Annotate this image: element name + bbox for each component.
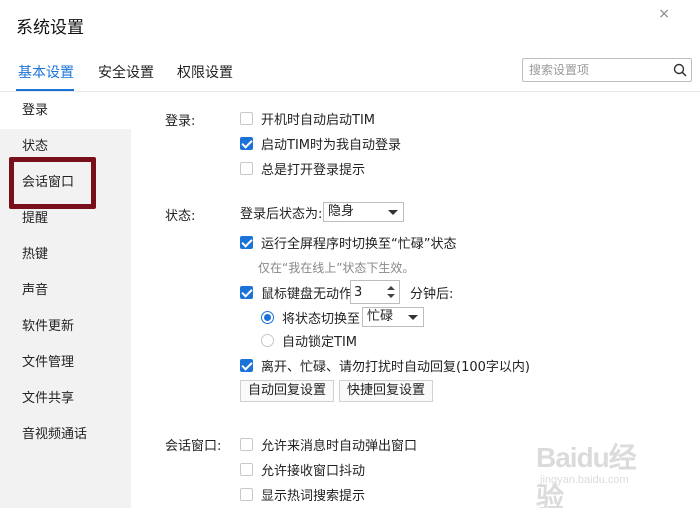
after-login-status-row: 登录后状态为: xyxy=(240,203,323,222)
chevron-down-icon xyxy=(408,315,418,320)
idle-lock-label: 自动锁定TIM xyxy=(282,334,357,350)
sidebar-item-sound[interactable]: 声音 xyxy=(0,273,131,309)
after-login-status-value: 隐身 xyxy=(328,204,355,219)
after-login-status-select[interactable]: 隐身 xyxy=(323,202,404,222)
auto-reply-settings-button[interactable]: 自动回复设置 xyxy=(240,380,335,402)
tab-security-settings[interactable]: 安全设置 xyxy=(98,62,154,82)
stepper-up-icon[interactable] xyxy=(387,286,395,290)
idle-label-after-row: 分钟后: xyxy=(410,283,454,302)
stepper-down-icon[interactable] xyxy=(387,294,395,298)
sidebar-item-login[interactable]: 登录 xyxy=(0,93,131,129)
idle-label-after: 分钟后: xyxy=(410,286,454,302)
sidebar-item-software-update[interactable]: 软件更新 xyxy=(0,309,131,345)
sidebar-item-file-sharing[interactable]: 文件共享 xyxy=(0,381,131,417)
login-prompt-option[interactable]: 总是打开登录提示 xyxy=(240,159,366,178)
idle-checkbox[interactable] xyxy=(240,285,253,299)
idle-option[interactable]: 鼠标键盘无动作 xyxy=(240,283,353,302)
auto-login-option[interactable]: 启动TIM时为我自动登录 xyxy=(240,134,401,153)
login-section-label: 登录: xyxy=(165,114,196,129)
close-icon[interactable]: × xyxy=(658,6,670,22)
auto-reply-checkbox[interactable] xyxy=(240,358,253,372)
idle-switch-status-value: 忙碌 xyxy=(367,309,394,324)
settings-sidebar: 登录 状态 会话窗口 提醒 热键 声音 软件更新 文件管理 文件共享 音视频通话 xyxy=(0,93,131,508)
auto-reply-label: 离开、忙碌、请勿打扰时自动回复(100字以内) xyxy=(261,359,530,375)
fullscreen-busy-label: 运行全屏程序时切换至“忙碌”状态 xyxy=(261,236,457,252)
idle-lock-option[interactable]: 自动锁定TIM xyxy=(261,331,357,350)
auto-popup-label: 允许来消息时自动弹出窗口 xyxy=(261,438,418,454)
auto-login-label: 启动TIM时为我自动登录 xyxy=(261,137,401,153)
idle-switch-status-option[interactable]: 将状态切换至 xyxy=(261,308,361,327)
window-shake-option[interactable]: 允许接收窗口抖动 xyxy=(240,460,366,479)
window-shake-label: 允许接收窗口抖动 xyxy=(261,463,366,479)
sidebar-item-hotkey[interactable]: 热键 xyxy=(0,237,131,273)
fullscreen-busy-option[interactable]: 运行全屏程序时切换至“忙碌”状态 xyxy=(240,233,457,252)
active-tab-indicator xyxy=(16,89,74,91)
tab-permission-settings[interactable]: 权限设置 xyxy=(177,62,233,82)
hot-word-hint-option[interactable]: 显示热词搜索提示 xyxy=(240,485,366,504)
sidebar-item-chat-window[interactable]: 会话窗口 xyxy=(0,165,131,201)
search-input[interactable] xyxy=(529,61,669,79)
login-prompt-label: 总是打开登录提示 xyxy=(261,162,366,178)
idle-minutes-stepper[interactable] xyxy=(350,280,400,304)
title-bar: 系统设置 × xyxy=(0,0,700,46)
chat-section-label: 会话窗口: xyxy=(165,439,222,454)
idle-switch-status-radio[interactable] xyxy=(261,310,274,324)
fullscreen-busy-hint: 仅在“我在线上”状态下生效。 xyxy=(258,261,415,275)
settings-content: 登录: 开机时自动启动TIM 启动TIM时为我自动登录 总是打开登录提示 状态:… xyxy=(131,93,700,508)
window-shake-checkbox[interactable] xyxy=(240,462,253,476)
idle-lock-radio[interactable] xyxy=(261,333,274,347)
fullscreen-busy-checkbox[interactable] xyxy=(240,235,253,249)
search-box[interactable] xyxy=(522,58,692,82)
auto-login-checkbox[interactable] xyxy=(240,136,253,150)
auto-popup-option[interactable]: 允许来消息时自动弹出窗口 xyxy=(240,435,418,454)
idle-minutes-input[interactable] xyxy=(354,284,376,300)
auto-start-label: 开机时自动启动TIM xyxy=(261,112,375,128)
window-title: 系统设置 xyxy=(16,18,84,38)
auto-popup-checkbox[interactable] xyxy=(240,437,253,451)
auto-start-option[interactable]: 开机时自动启动TIM xyxy=(240,109,375,128)
hot-word-hint-label: 显示热词搜索提示 xyxy=(261,488,366,504)
after-login-status-label: 登录后状态为: xyxy=(240,206,323,222)
sidebar-item-status[interactable]: 状态 xyxy=(0,129,131,165)
sidebar-item-file-management[interactable]: 文件管理 xyxy=(0,345,131,381)
idle-switch-status-label: 将状态切换至 xyxy=(282,311,361,327)
search-icon[interactable] xyxy=(673,63,687,77)
login-prompt-checkbox[interactable] xyxy=(240,161,253,175)
hot-word-hint-checkbox[interactable] xyxy=(240,487,253,501)
sidebar-item-reminder[interactable]: 提醒 xyxy=(0,201,131,237)
tab-basic-settings[interactable]: 基本设置 xyxy=(18,62,74,82)
status-section-label: 状态: xyxy=(165,209,196,224)
auto-reply-option[interactable]: 离开、忙碌、请勿打扰时自动回复(100字以内) xyxy=(240,356,530,375)
quick-reply-settings-button[interactable]: 快捷回复设置 xyxy=(339,380,434,402)
chevron-down-icon xyxy=(388,210,398,215)
idle-label-before: 鼠标键盘无动作 xyxy=(261,286,353,302)
auto-start-checkbox[interactable] xyxy=(240,111,253,125)
sidebar-item-av-call[interactable]: 音视频通话 xyxy=(0,417,131,453)
idle-switch-status-select[interactable]: 忙碌 xyxy=(362,307,424,327)
